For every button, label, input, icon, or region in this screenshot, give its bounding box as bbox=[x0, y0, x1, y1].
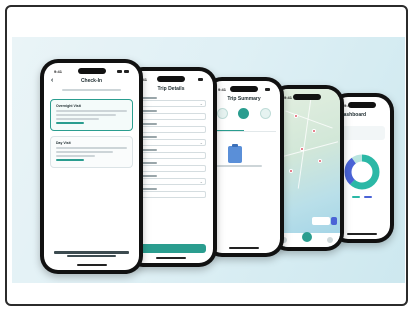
signal-icon bbox=[117, 70, 129, 73]
map-pin-icon[interactable] bbox=[289, 169, 293, 173]
image-frame: 9:41 ‹ Check-In Overnight Visit Day Visi… bbox=[5, 5, 408, 306]
form-field[interactable]: ⌄ bbox=[136, 175, 206, 185]
option-card-title: Overnight Visit bbox=[56, 104, 81, 108]
home-indicator bbox=[156, 257, 186, 259]
option-card-title: Day Visit bbox=[56, 141, 71, 145]
dynamic-island bbox=[77, 68, 106, 74]
signal-icon bbox=[265, 88, 270, 91]
continue-button[interactable] bbox=[136, 244, 206, 253]
form-field-input[interactable] bbox=[136, 165, 206, 172]
add-button[interactable] bbox=[301, 232, 312, 242]
app-bar: ‹ Check-In bbox=[44, 75, 139, 86]
form-field-input[interactable]: ⌄ bbox=[136, 178, 206, 185]
home-indicator bbox=[76, 264, 107, 266]
footer-note bbox=[50, 250, 133, 258]
option-card-overnight[interactable]: Overnight Visit bbox=[50, 99, 133, 131]
tab-second[interactable] bbox=[244, 125, 276, 131]
nav-profile-icon[interactable] bbox=[326, 237, 333, 243]
app-bar: ‹ Trip Summary bbox=[208, 93, 280, 104]
form-field-input[interactable] bbox=[136, 191, 206, 198]
form-field[interactable] bbox=[136, 123, 206, 133]
map-pin-icon[interactable] bbox=[312, 129, 316, 133]
option-card-day[interactable]: Day Visit bbox=[50, 136, 133, 168]
status-time: 9:41 bbox=[284, 95, 293, 100]
map-pin-icon[interactable] bbox=[294, 114, 298, 118]
map-search-button[interactable] bbox=[312, 217, 330, 225]
phone-check-in: 9:41 ‹ Check-In Overnight Visit Day Visi… bbox=[40, 59, 143, 274]
donut-chart-svg bbox=[344, 154, 380, 190]
person-icon[interactable] bbox=[259, 108, 271, 119]
dynamic-island bbox=[348, 102, 376, 108]
signal-icon bbox=[198, 78, 203, 81]
phone-screen: 9:41 ‹ Trip Summary bbox=[208, 81, 280, 253]
app-showcase-banner: 9:41 ‹ Check-In Overnight Visit Day Visi… bbox=[12, 37, 405, 283]
clipboard-icon bbox=[228, 144, 242, 163]
form-field-input[interactable]: ⌄ bbox=[136, 139, 206, 146]
form-field-input[interactable] bbox=[136, 126, 206, 133]
back-arrow-icon[interactable]: ‹ bbox=[51, 77, 53, 84]
form-field-input[interactable]: ⌄ bbox=[136, 100, 206, 107]
chevron-down-icon: ⌄ bbox=[199, 140, 203, 145]
dynamic-island bbox=[230, 86, 258, 92]
form-field[interactable] bbox=[136, 162, 206, 172]
screen-title: Trip Details bbox=[157, 85, 185, 92]
tab-bar bbox=[212, 125, 276, 132]
form-field[interactable] bbox=[136, 149, 206, 159]
home-indicator bbox=[229, 247, 259, 249]
summary-card bbox=[339, 126, 385, 140]
car-icon[interactable] bbox=[238, 108, 250, 119]
status-time: 9:41 bbox=[54, 69, 63, 74]
form-field[interactable] bbox=[136, 110, 206, 120]
dynamic-island bbox=[157, 76, 185, 82]
map-pin-icon[interactable] bbox=[300, 147, 304, 151]
chevron-down-icon: ⌄ bbox=[199, 179, 203, 184]
category-icon-row bbox=[208, 104, 280, 121]
form-field[interactable] bbox=[136, 188, 206, 198]
dynamic-island bbox=[293, 94, 321, 100]
form-field-input[interactable] bbox=[136, 152, 206, 159]
form-field-input[interactable] bbox=[136, 113, 206, 120]
form-field[interactable]: ⌄ bbox=[136, 97, 206, 107]
chevron-down-icon: ⌄ bbox=[199, 101, 203, 106]
screen-subtitle bbox=[44, 86, 139, 94]
home-indicator bbox=[347, 233, 377, 235]
screen-title: Check-In bbox=[80, 77, 103, 84]
status-time: 9:41 bbox=[218, 87, 227, 92]
form-field[interactable]: ⌄ bbox=[136, 136, 206, 146]
phone-screen: 9:41 ‹ Check-In Overnight Visit Day Visi… bbox=[44, 63, 139, 270]
screen-title: Trip Summary bbox=[227, 95, 261, 102]
tent-icon[interactable] bbox=[217, 108, 229, 119]
map-filter-button[interactable] bbox=[331, 217, 337, 225]
map-pin-icon[interactable] bbox=[318, 159, 322, 163]
